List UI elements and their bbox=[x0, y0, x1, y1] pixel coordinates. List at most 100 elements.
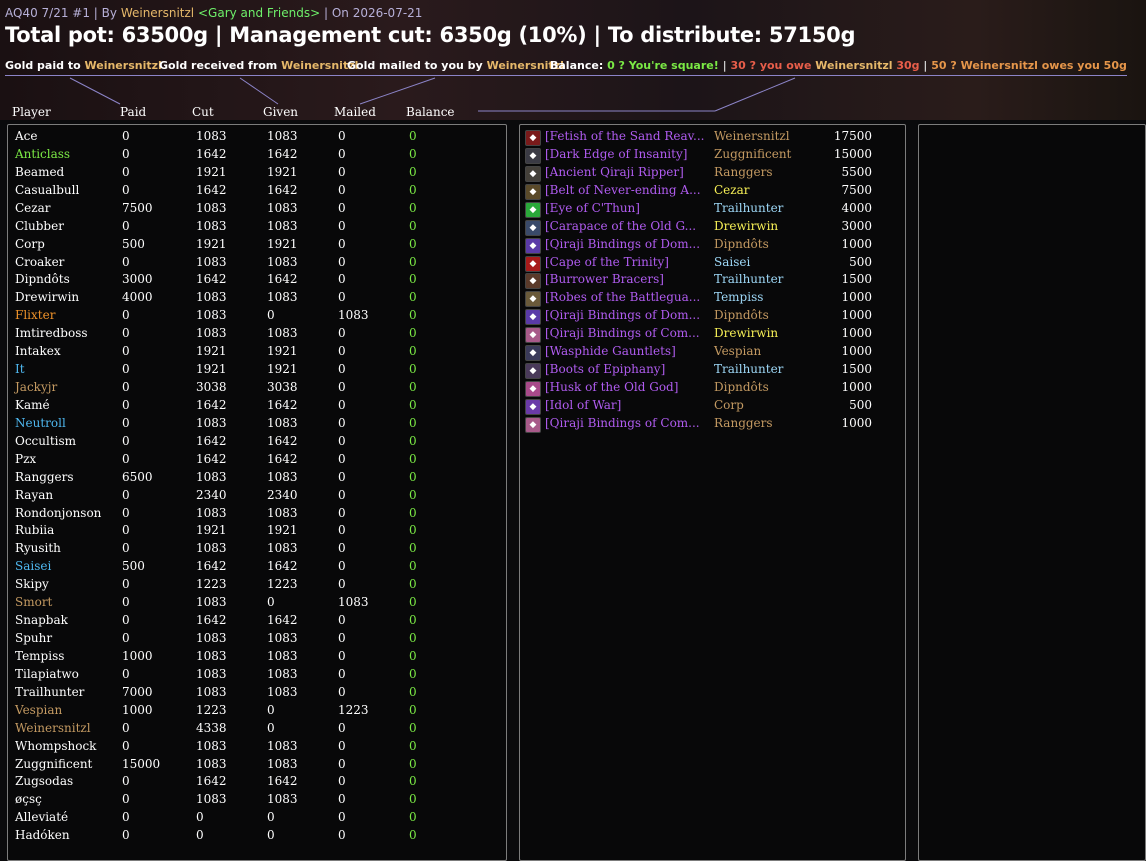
player-balance-cell: 0 bbox=[409, 774, 417, 789]
col-cut[interactable]: Cut bbox=[192, 105, 214, 119]
loot-row[interactable]: ◆ [Idol of War] Corp 500 bbox=[525, 398, 872, 416]
item-link[interactable]: [Eye of C'Thun] bbox=[545, 201, 710, 215]
player-row[interactable]: Zuggnificent 15000 1083 1083 0 0 bbox=[0, 757, 500, 775]
loot-row[interactable]: ◆ [Husk of the Old God] Dipndôts 1000 bbox=[525, 380, 872, 398]
col-mailed[interactable]: Mailed bbox=[334, 105, 376, 119]
item-link[interactable]: [Carapace of the Old G... bbox=[545, 219, 710, 233]
item-link[interactable]: [Wasphide Gauntlets] bbox=[545, 344, 710, 358]
item-link[interactable]: [Qiraji Bindings of Com... bbox=[545, 326, 710, 340]
player-paid-cell: 0 bbox=[122, 415, 130, 430]
loot-row[interactable]: ◆ [Cape of the Trinity] Saisei 500 bbox=[525, 255, 872, 273]
loot-row[interactable]: ◆ [Qiraji Bindings of Com... Ranggers 1000 bbox=[525, 416, 872, 434]
loot-row[interactable]: ◆ [Boots of Epiphany] Trailhunter 1500 bbox=[525, 362, 872, 380]
item-link[interactable]: [Boots of Epiphany] bbox=[545, 362, 710, 376]
bindings-icon: ◆ bbox=[525, 327, 541, 344]
player-balance-cell: 0 bbox=[409, 344, 417, 359]
loot-row[interactable]: ◆ [Qiraji Bindings of Dom... Dipndôts 1000 bbox=[525, 237, 872, 255]
player-given-cell: 1921 bbox=[267, 236, 298, 251]
player-row[interactable]: Ranggers 6500 1083 1083 0 0 bbox=[0, 470, 500, 488]
loot-row[interactable]: ◆ [Ancient Qiraji Ripper] Ranggers 5500 bbox=[525, 165, 872, 183]
player-player-name-cell: Smort bbox=[15, 595, 53, 610]
player-row[interactable]: Cezar 7500 1083 1083 0 0 bbox=[0, 201, 500, 219]
player-row[interactable]: Hadóken 0 0 0 0 0 bbox=[0, 828, 500, 846]
player-row[interactable]: Casualbull 0 1642 1642 0 0 bbox=[0, 183, 500, 201]
loot-row[interactable]: ◆ [Wasphide Gauntlets] Vespian 1000 bbox=[525, 344, 872, 362]
loot-row[interactable]: ◆ [Eye of C'Thun] Trailhunter 4000 bbox=[525, 201, 872, 219]
player-row[interactable]: Croaker 0 1083 1083 0 0 bbox=[0, 255, 500, 273]
item-winner: Corp bbox=[714, 397, 744, 412]
player-balance-cell: 0 bbox=[409, 505, 417, 520]
item-link[interactable]: [Cape of the Trinity] bbox=[545, 255, 710, 269]
player-row[interactable]: Kamé 0 1642 1642 0 0 bbox=[0, 398, 500, 416]
player-row[interactable]: Rondonjonson 0 1083 1083 0 0 bbox=[0, 506, 500, 524]
player-row[interactable]: Trailhunter 7000 1083 1083 0 0 bbox=[0, 685, 500, 703]
player-given-cell: 1642 bbox=[267, 182, 298, 197]
player-row[interactable]: Ace 0 1083 1083 0 0 bbox=[0, 129, 500, 147]
loot-row[interactable]: ◆ [Fetish of the Sand Reav... Weinersnitzl… bbox=[525, 129, 872, 147]
player-row[interactable]: Snapbak 0 1642 1642 0 0 bbox=[0, 613, 500, 631]
player-mailed-cell: 0 bbox=[338, 523, 346, 538]
player-paid-cell: 0 bbox=[122, 182, 130, 197]
player-row[interactable]: Whompshock 0 1083 1083 0 0 bbox=[0, 739, 500, 757]
item-link[interactable]: [Qiraji Bindings of Dom... bbox=[545, 237, 710, 251]
player-balance-cell: 0 bbox=[409, 380, 417, 395]
player-row[interactable]: Weinersnitzl 0 4338 0 0 0 bbox=[0, 721, 500, 739]
player-row[interactable]: Rayan 0 2340 2340 0 0 bbox=[0, 488, 500, 506]
player-row[interactable]: Smort 0 1083 0 1083 0 bbox=[0, 595, 500, 613]
col-balance[interactable]: Balance bbox=[406, 105, 455, 119]
loot-row[interactable]: ◆ [Belt of Never-ending A... Cezar 7500 bbox=[525, 183, 872, 201]
loot-row[interactable]: ◆ [Robes of the Battlegua... Tempiss 1000 bbox=[525, 290, 872, 308]
player-given-cell: 1083 bbox=[267, 129, 298, 143]
player-row[interactable]: Spuhr 0 1083 1083 0 0 bbox=[0, 631, 500, 649]
player-row[interactable]: Vespian 1000 1223 0 1223 0 bbox=[0, 703, 500, 721]
player-row[interactable]: Ryusith 0 1083 1083 0 0 bbox=[0, 541, 500, 559]
item-link[interactable]: [Dark Edge of Insanity] bbox=[545, 147, 710, 161]
player-mailed-cell: 0 bbox=[338, 129, 346, 143]
player-row[interactable]: Flixter 0 1083 0 1083 0 bbox=[0, 308, 500, 326]
player-row[interactable]: Imtiredboss 0 1083 1083 0 0 bbox=[0, 326, 500, 344]
player-row[interactable]: Anticlass 0 1642 1642 0 0 bbox=[0, 147, 500, 165]
player-row[interactable]: Zugsodas 0 1642 1642 0 0 bbox=[0, 774, 500, 792]
item-link[interactable]: [Husk of the Old God] bbox=[545, 380, 710, 394]
item-link[interactable]: [Belt of Never-ending A... bbox=[545, 183, 710, 197]
player-row[interactable]: Clubber 0 1083 1083 0 0 bbox=[0, 219, 500, 237]
item-link[interactable]: [Idol of War] bbox=[545, 398, 710, 412]
player-row[interactable]: Corp 500 1921 1921 0 0 bbox=[0, 237, 500, 255]
item-link[interactable]: [Qiraji Bindings of Dom... bbox=[545, 308, 710, 322]
loot-row[interactable]: ◆ [Carapace of the Old G... Drewirwin 3000 bbox=[525, 219, 872, 237]
bracers-icon: ◆ bbox=[525, 273, 541, 290]
item-link[interactable]: [Qiraji Bindings of Com... bbox=[545, 416, 710, 430]
player-row[interactable]: Saisei 500 1642 1642 0 0 bbox=[0, 559, 500, 577]
player-row[interactable]: Pzx 0 1642 1642 0 0 bbox=[0, 452, 500, 470]
player-row[interactable]: øçsç 0 1083 1083 0 0 bbox=[0, 792, 500, 810]
player-paid-cell: 0 bbox=[122, 487, 130, 502]
loot-row[interactable]: ◆ [Qiraji Bindings of Com... Drewirwin 1000 bbox=[525, 326, 872, 344]
player-row[interactable]: Rubiia 0 1921 1921 0 0 bbox=[0, 523, 500, 541]
player-mailed-cell: 0 bbox=[338, 631, 346, 646]
item-link[interactable]: [Fetish of the Sand Reav... bbox=[545, 129, 710, 143]
player-player-name-cell: Skipy bbox=[15, 577, 49, 592]
loot-row[interactable]: ◆ [Qiraji Bindings of Dom... Dipndôts 1000 bbox=[525, 308, 872, 326]
player-row[interactable]: Alleviaté 0 0 0 0 0 bbox=[0, 810, 500, 828]
player-row[interactable]: Intakex 0 1921 1921 0 0 bbox=[0, 344, 500, 362]
player-row[interactable]: Occultism 0 1642 1642 0 0 bbox=[0, 434, 500, 452]
player-row[interactable]: Skipy 0 1223 1223 0 0 bbox=[0, 577, 500, 595]
player-row[interactable]: Tempiss 1000 1083 1083 0 0 bbox=[0, 649, 500, 667]
loot-row[interactable]: ◆ [Dark Edge of Insanity] Zuggnificent 1500… bbox=[525, 147, 872, 165]
player-given-cell: 1083 bbox=[267, 505, 298, 520]
player-row[interactable]: Neutroll 0 1083 1083 0 0 bbox=[0, 416, 500, 434]
player-row[interactable]: Tilapiatwo 0 1083 1083 0 0 bbox=[0, 667, 500, 685]
col-paid[interactable]: Paid bbox=[120, 105, 146, 119]
item-link[interactable]: [Burrower Bracers] bbox=[545, 272, 710, 286]
item-link[interactable]: [Robes of the Battlegua... bbox=[545, 290, 710, 304]
player-player-name-cell: Occultism bbox=[15, 433, 77, 448]
col-given[interactable]: Given bbox=[263, 105, 298, 119]
loot-row[interactable]: ◆ [Burrower Bracers] Trailhunter 1500 bbox=[525, 272, 872, 290]
player-row[interactable]: Jackyjr 0 3038 3038 0 0 bbox=[0, 380, 500, 398]
player-row[interactable]: Beamed 0 1921 1921 0 0 bbox=[0, 165, 500, 183]
col-player[interactable]: Player bbox=[12, 105, 51, 119]
player-row[interactable]: Dipndôts 3000 1642 1642 0 0 bbox=[0, 272, 500, 290]
item-link[interactable]: [Ancient Qiraji Ripper] bbox=[545, 165, 710, 179]
player-row[interactable]: It 0 1921 1921 0 0 bbox=[0, 362, 500, 380]
player-row[interactable]: Drewirwin 4000 1083 1083 0 0 bbox=[0, 290, 500, 308]
